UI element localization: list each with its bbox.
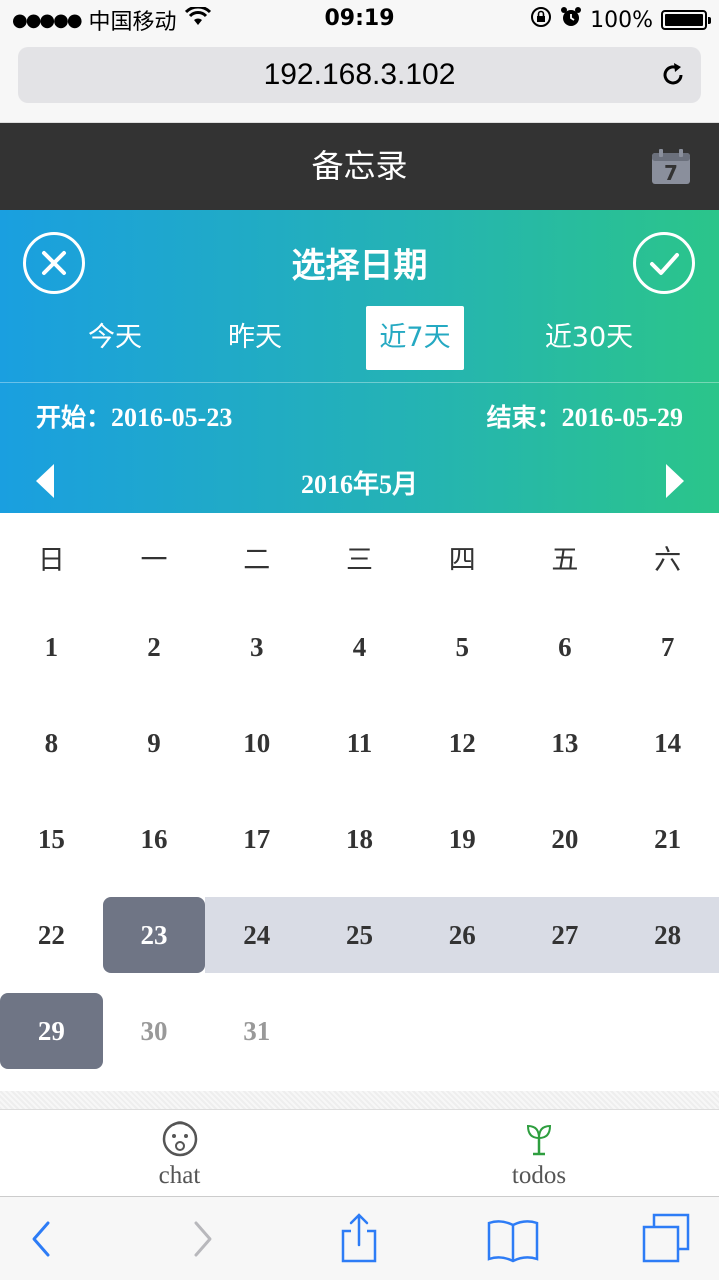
calendar-day[interactable]: 11: [308, 705, 411, 781]
calendar-day[interactable]: 10: [205, 705, 308, 781]
calendar-day[interactable]: 30: [103, 993, 206, 1069]
tab-chat-label: chat: [158, 1162, 201, 1189]
calendar-day[interactable]: 1: [0, 609, 103, 685]
next-month-icon[interactable]: [666, 464, 684, 498]
alarm-icon: [560, 6, 582, 34]
calendar-day[interactable]: 9: [103, 705, 206, 781]
status-right: 100%: [530, 6, 711, 34]
range-start: 开始：2016-05-23: [36, 398, 232, 434]
range-end: 结束：2016-05-29: [487, 398, 683, 434]
calendar-day[interactable]: 21: [616, 801, 719, 877]
calendar-day[interactable]: 27: [514, 897, 617, 973]
month-label: 2016年5月: [300, 470, 418, 499]
calendar-day[interactable]: 7: [616, 609, 719, 685]
calendar-day[interactable]: 25: [308, 897, 411, 973]
weekday-label: 日: [37, 545, 65, 576]
calendar-week-row: 29 30 31: [0, 993, 719, 1069]
calendar-day[interactable]: 31: [205, 993, 308, 1069]
orientation-lock-icon: [530, 6, 552, 34]
address-bar[interactable]: 192.168.3.102: [18, 47, 701, 103]
calendar-day[interactable]: 19: [411, 801, 514, 877]
app-tab-bar: chat todos: [0, 1091, 719, 1196]
share-icon: [341, 1213, 377, 1263]
picker-title: 选择日期: [291, 246, 428, 286]
quick-range-tabs: 今天 昨天 近7天 近30天: [0, 306, 719, 370]
calendar-day[interactable]: 28: [616, 897, 719, 973]
weekday-label: 四: [448, 545, 476, 576]
calendar-day[interactable]: 24: [205, 897, 308, 973]
range-tab-yesterday[interactable]: 昨天: [206, 306, 304, 370]
calendar-week-row: 22 23 24 25 26 27 28: [0, 897, 719, 973]
calendar-week-row: 1234567: [0, 609, 719, 685]
sprout-icon: [526, 1124, 552, 1156]
weekday-label: 三: [345, 545, 373, 576]
calendar-day[interactable]: 20: [514, 801, 617, 877]
selected-range: 开始：2016-05-23 结束：2016-05-29: [0, 398, 719, 438]
calendar-day[interactable]: 14: [616, 705, 719, 781]
calendar-day[interactable]: 2: [103, 609, 206, 685]
browser-address-area: 192.168.3.102: [0, 40, 719, 123]
calendar-day[interactable]: 8: [0, 705, 103, 781]
calendar-day[interactable]: 4: [308, 609, 411, 685]
battery-percent: 100%: [590, 7, 653, 33]
calendar-day[interactable]: 12: [411, 705, 514, 781]
divider: [0, 382, 719, 383]
month-navigation: 2016年5月: [0, 460, 719, 504]
weekday-label: 六: [654, 545, 682, 576]
tabs-icon: [642, 1213, 690, 1263]
calendar-week-row: 8 9 10 11 12 13 14: [0, 705, 719, 781]
tabbar-divider-pattern: [0, 1091, 719, 1109]
weekday-header: 日一二三四五六: [0, 513, 719, 609]
range-tab-last-30-days[interactable]: 近30天: [530, 306, 648, 370]
bookmarks-button[interactable]: [485, 1211, 541, 1267]
weekday-label: 二: [243, 545, 271, 576]
calendar-week-row: 15 16 17 18 19 20 21: [0, 801, 719, 877]
tabs-button[interactable]: [638, 1211, 694, 1267]
calendar-day[interactable]: 5: [411, 609, 514, 685]
status-bar: ●●●●● 中国移动 09:19 100%: [0, 0, 719, 40]
tab-chat[interactable]: chat: [0, 1109, 359, 1196]
calendar-day[interactable]: 26: [411, 897, 514, 973]
page-title: 备忘录: [311, 147, 408, 185]
calendar-day[interactable]: 18: [308, 801, 411, 877]
confirm-button[interactable]: [633, 232, 695, 294]
calendar-icon-day: 7: [664, 161, 678, 185]
book-icon: [487, 1220, 539, 1263]
end-date: 2016-05-29: [561, 403, 683, 432]
app-header: 备忘录 7: [0, 123, 719, 210]
browser-toolbar: [0, 1196, 719, 1280]
start-label: 开始：: [36, 403, 112, 432]
forward-button[interactable]: [174, 1211, 230, 1267]
date-picker-header: 选择日期 今天 昨天 近7天 近30天 开始：2016-05-23 结束：201…: [0, 210, 719, 513]
baby-face-icon: [162, 1121, 197, 1157]
url-text[interactable]: 192.168.3.102: [18, 47, 701, 103]
reload-icon[interactable]: [659, 61, 687, 89]
start-date: 2016-05-23: [111, 403, 233, 432]
calendar-grid: 日一二三四五六 1 2 3 4 5 6 7 8 9 10 11 12 13 14 15 16 17 18 19 20 2…: [0, 513, 719, 1091]
calendar-day-selected[interactable]: 23: [102, 897, 206, 973]
calendar-day[interactable]: 6: [514, 609, 617, 685]
chevron-right-icon: [194, 1221, 212, 1257]
battery-icon: [661, 10, 711, 30]
range-tab-today[interactable]: 今天: [66, 306, 164, 370]
share-button[interactable]: [331, 1211, 387, 1267]
range-tab-last-7-days[interactable]: 近7天: [366, 306, 464, 370]
calendar-day[interactable]: 3: [205, 609, 308, 685]
back-button[interactable]: [14, 1211, 70, 1267]
calendar-day-selected[interactable]: 29: [0, 993, 103, 1069]
calendar-day[interactable]: 16: [103, 801, 206, 877]
tab-todos-label: todos: [511, 1162, 567, 1189]
calendar-day[interactable]: 15: [0, 801, 103, 877]
calendar-day[interactable]: 17: [205, 801, 308, 877]
chevron-left-icon: [32, 1221, 50, 1257]
weekday-label: 五: [551, 545, 579, 576]
calendar-day[interactable]: 22: [0, 897, 103, 973]
end-label: 结束：: [486, 403, 562, 432]
tab-todos[interactable]: todos: [359, 1109, 719, 1196]
weekday-label: 一: [140, 545, 168, 576]
check-icon: [650, 253, 679, 275]
calendar-day[interactable]: 13: [514, 705, 617, 781]
